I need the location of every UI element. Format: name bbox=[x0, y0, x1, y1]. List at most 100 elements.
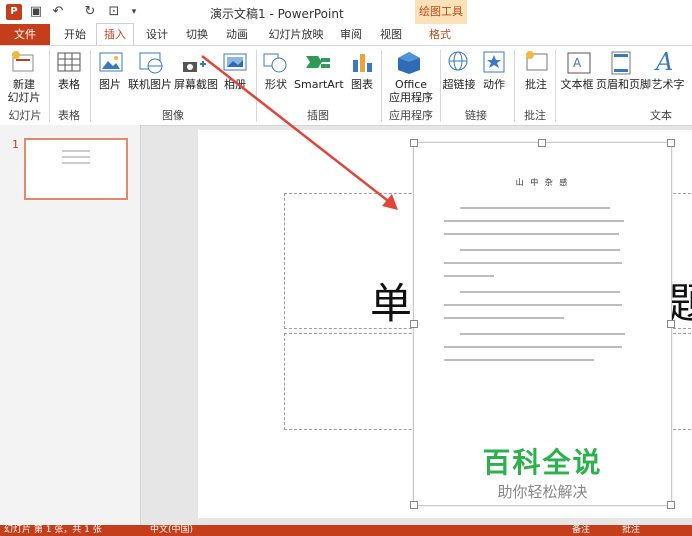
drawing-tools-context-label: 绘图工具 bbox=[415, 0, 467, 24]
group-separator bbox=[514, 50, 515, 122]
title-bar bbox=[0, 0, 692, 24]
photo-album-icon bbox=[223, 53, 247, 71]
chart-button[interactable]: 图表 bbox=[348, 78, 376, 91]
group-label-images: 图像 bbox=[162, 109, 184, 122]
tab-format[interactable]: 格式 bbox=[420, 24, 460, 45]
action-icon bbox=[483, 51, 505, 73]
customize-toolbar-icon[interactable]: ▾ bbox=[126, 4, 142, 20]
thumbnail-text-line bbox=[62, 156, 90, 158]
wordart-icon: A bbox=[656, 48, 674, 76]
slide-title-text: 单 bbox=[370, 279, 413, 328]
document-text-line bbox=[444, 233, 619, 235]
document-text-line bbox=[444, 304, 622, 306]
group-label-text: 文本 bbox=[650, 109, 672, 122]
picture-button[interactable]: 图片 bbox=[97, 78, 123, 91]
slideshow-from-start-icon[interactable]: ⊡ bbox=[106, 4, 122, 20]
hyperlink-icon bbox=[448, 51, 468, 71]
smartart-icon bbox=[306, 56, 330, 68]
undo-icon[interactable]: ↶ bbox=[50, 4, 66, 20]
tab-file[interactable]: 文件 bbox=[0, 24, 50, 45]
save-icon[interactable]: ▣ bbox=[28, 4, 44, 20]
tab-review[interactable]: 审阅 bbox=[334, 24, 368, 45]
new-slide-button[interactable]: 新建 幻灯片 bbox=[4, 78, 44, 104]
online-picture-button[interactable]: 联机图片 bbox=[128, 78, 172, 91]
screenshot-icon bbox=[183, 61, 206, 72]
group-separator bbox=[256, 50, 257, 122]
document-text-line bbox=[444, 220, 624, 222]
screenshot-button[interactable]: 屏幕截图 bbox=[174, 78, 218, 91]
document-text-line bbox=[460, 207, 610, 209]
resize-handle[interactable] bbox=[667, 320, 675, 328]
tab-home[interactable]: 开始 bbox=[58, 24, 92, 45]
group-separator bbox=[381, 50, 382, 122]
resize-handle[interactable] bbox=[410, 139, 418, 147]
group-label-slides: 幻灯片 bbox=[8, 109, 42, 122]
watermark-title: 百科全说 bbox=[482, 446, 603, 479]
thumbnail-text-line bbox=[62, 162, 90, 164]
group-separator bbox=[440, 50, 441, 122]
inserted-image[interactable]: 山 中 杂 感 百科全说 助你轻松解决 bbox=[413, 142, 672, 506]
resize-handle[interactable] bbox=[667, 501, 675, 509]
document-text-line bbox=[444, 317, 564, 319]
language-status[interactable]: 中文(中国) bbox=[150, 525, 193, 536]
office-store-icon bbox=[398, 52, 420, 74]
redo-icon[interactable]: ↻ bbox=[82, 4, 98, 20]
tab-transitions[interactable]: 切换 bbox=[180, 24, 214, 45]
group-separator bbox=[90, 50, 91, 122]
textbox-button[interactable]: 文本框 bbox=[560, 78, 594, 91]
tab-view[interactable]: 视图 bbox=[374, 24, 408, 45]
document-text-line bbox=[444, 275, 494, 277]
comment-icon bbox=[526, 51, 548, 71]
comments-button[interactable]: 批注 bbox=[622, 525, 640, 536]
wordart-button[interactable]: 艺术字 bbox=[650, 78, 686, 91]
document-heading: 山 中 杂 感 bbox=[515, 178, 570, 187]
tab-design[interactable]: 设计 bbox=[140, 24, 174, 45]
slide-number: 1 bbox=[12, 138, 19, 151]
online-picture-icon bbox=[139, 52, 163, 74]
resize-handle[interactable] bbox=[410, 501, 418, 509]
group-label-comments: 批注 bbox=[524, 109, 546, 122]
hyperlink-button[interactable]: 超链接 bbox=[442, 78, 476, 91]
document-text-line bbox=[444, 262, 622, 264]
table-button[interactable]: 表格 bbox=[52, 78, 86, 91]
action-button[interactable]: 动作 bbox=[480, 78, 508, 91]
group-label-links: 链接 bbox=[465, 109, 487, 122]
powerpoint-logo-icon: P bbox=[6, 4, 22, 20]
new-slide-icon bbox=[12, 51, 34, 72]
thumbnail-text-line bbox=[62, 150, 90, 152]
document-text-line bbox=[444, 359, 594, 361]
table-icon bbox=[57, 52, 81, 72]
new-slide-label-2: 幻灯片 bbox=[7, 91, 41, 104]
document-text-line bbox=[460, 249, 620, 251]
chart-icon bbox=[353, 54, 372, 72]
shapes-icon bbox=[263, 53, 287, 73]
document-text-line bbox=[444, 346, 622, 348]
tab-insert[interactable]: 插入 bbox=[96, 23, 134, 45]
resize-handle[interactable] bbox=[667, 139, 675, 147]
document-text-line bbox=[460, 291, 620, 293]
group-separator bbox=[555, 50, 556, 122]
group-separator bbox=[49, 50, 50, 122]
slide-thumbnail[interactable] bbox=[24, 138, 128, 200]
office-apps-button[interactable]: Office 应用程序 bbox=[384, 78, 438, 104]
smartart-button[interactable]: SmartArt bbox=[294, 78, 344, 91]
comment-button[interactable]: 批注 bbox=[522, 78, 550, 91]
tab-animations[interactable]: 动画 bbox=[220, 24, 254, 45]
svg-text:A: A bbox=[573, 56, 582, 70]
slide-count-status: 幻灯片 第 1 张，共 1 张 bbox=[4, 525, 102, 535]
group-label-illustrations: 插图 bbox=[307, 109, 329, 122]
group-label-tables: 表格 bbox=[58, 109, 80, 122]
status-bar: 幻灯片 第 1 张，共 1 张 中文(中国) 备注 批注 bbox=[0, 525, 692, 536]
office-apps-label-2: 应用程序 bbox=[389, 91, 433, 104]
notes-button[interactable]: 备注 bbox=[572, 525, 590, 536]
group-label-apps: 应用程序 bbox=[389, 109, 433, 122]
textbox-icon: A bbox=[567, 52, 591, 74]
header-footer-button[interactable]: 页眉和页脚 bbox=[596, 78, 651, 91]
document-title: 演示文稿1 - PowerPoint bbox=[210, 7, 344, 21]
resize-handle[interactable] bbox=[410, 320, 418, 328]
photo-album-button[interactable]: 相册 bbox=[222, 78, 248, 91]
tab-slideshow[interactable]: 幻灯片放映 bbox=[262, 24, 330, 45]
resize-handle[interactable] bbox=[538, 139, 546, 147]
shapes-button[interactable]: 形状 bbox=[262, 78, 290, 91]
new-slide-label-1: 新建 bbox=[13, 78, 35, 91]
